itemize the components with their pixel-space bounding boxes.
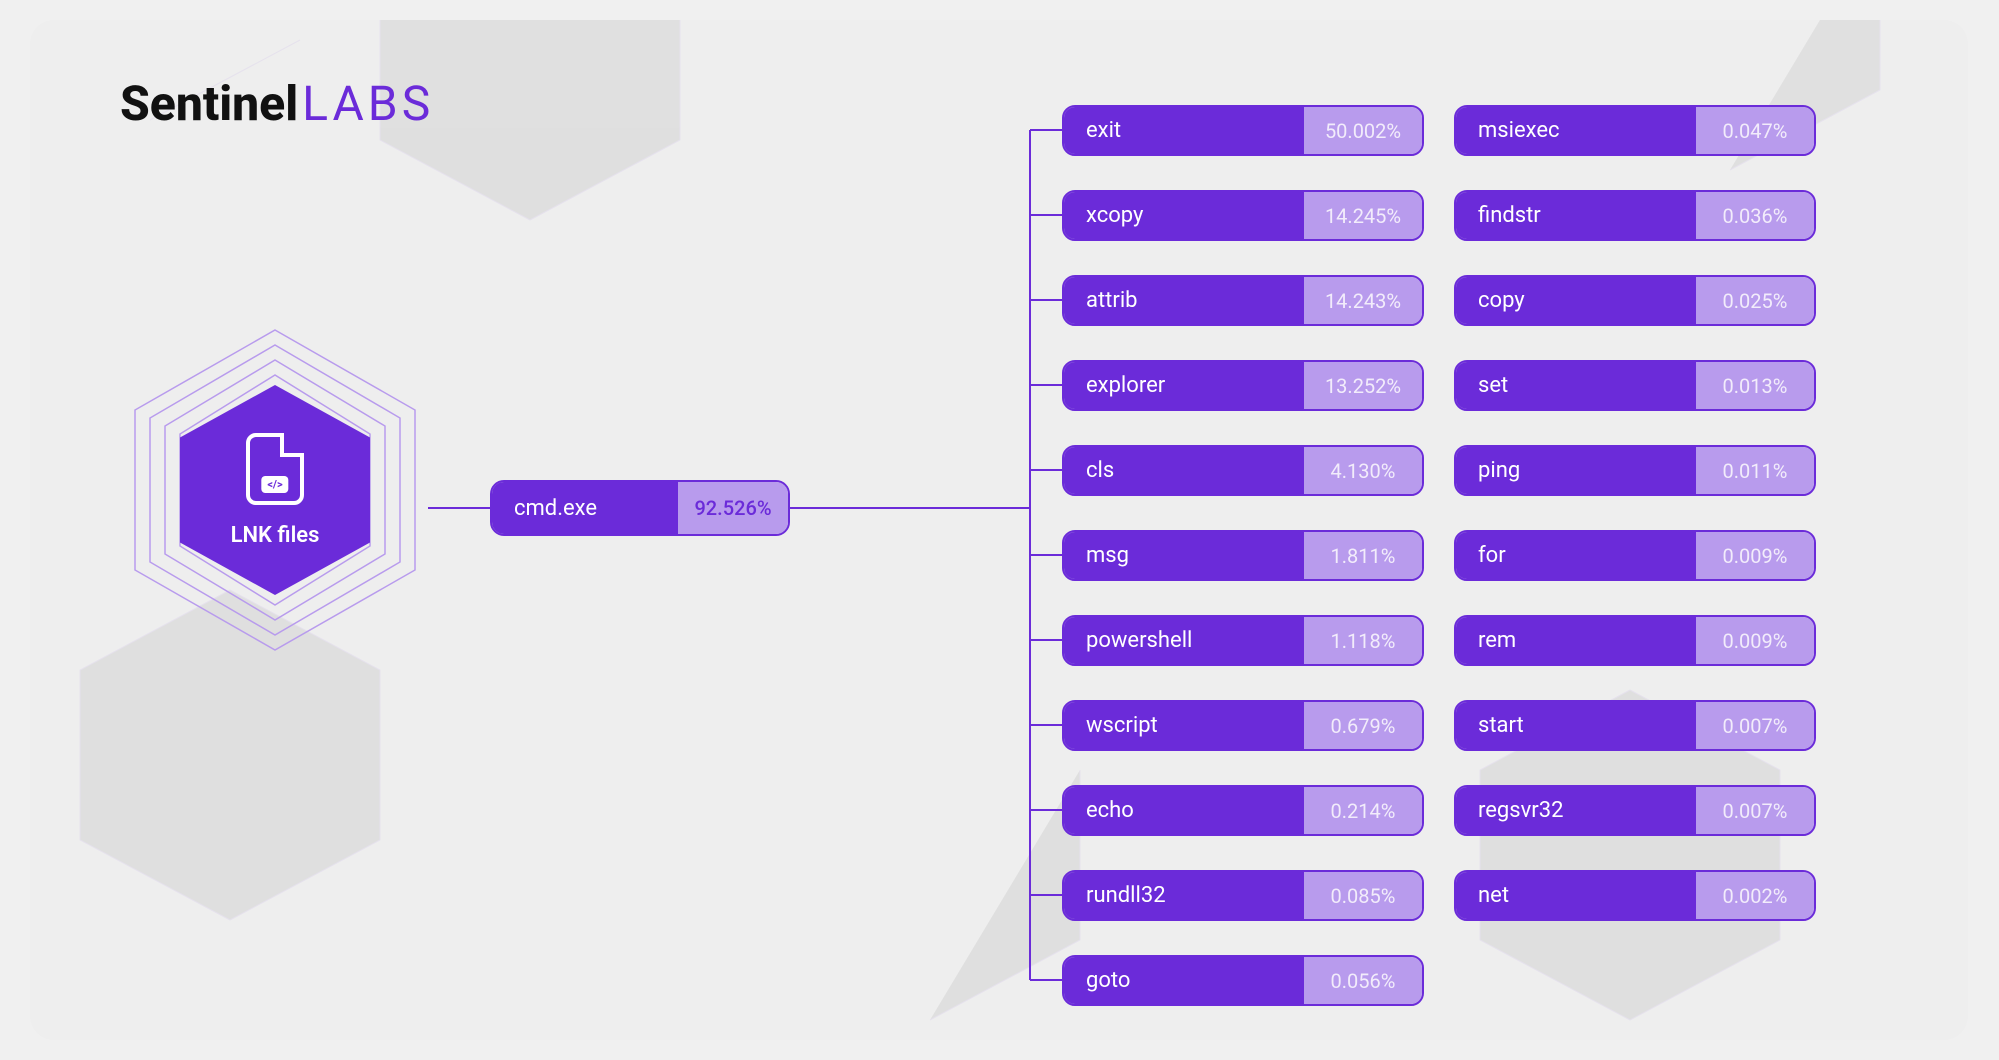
child-percent: 0.214% [1304,787,1422,834]
child-row: msg1.811% for0.009% [1062,530,1816,581]
child-percent: 0.002% [1696,872,1814,919]
child-node: msiexec0.047% [1454,105,1816,156]
child-name: findstr [1456,192,1696,239]
child-percent: 0.013% [1696,362,1814,409]
file-icon: </> [246,433,304,505]
child-name: msg [1064,532,1304,579]
child-percent: 0.011% [1696,447,1814,494]
child-node: regsvr320.007% [1454,785,1816,836]
child-percent: 1.811% [1304,532,1422,579]
child-name: goto [1064,957,1304,1004]
brand-labs: LABS [302,75,434,132]
child-percent: 0.056% [1304,957,1422,1004]
child-node: rem0.009% [1454,615,1816,666]
child-row: powershell1.118% rem0.009% [1062,615,1816,666]
child-percent: 14.243% [1304,277,1422,324]
child-percent: 0.007% [1696,702,1814,749]
child-name: explorer [1064,362,1304,409]
child-name: powershell [1064,617,1304,664]
child-row: attrib14.243% copy0.025% [1062,275,1816,326]
child-row: exit50.002% msiexec0.047% [1062,105,1816,156]
child-node: powershell1.118% [1062,615,1424,666]
child-percent: 0.085% [1304,872,1422,919]
child-percent: 0.009% [1696,617,1814,664]
child-node: wscript0.679% [1062,700,1424,751]
child-percent: 0.679% [1304,702,1422,749]
brand-sentinel: Sentinel [120,75,298,132]
child-percent: 0.007% [1696,787,1814,834]
child-name: rundll32 [1064,872,1304,919]
child-node: goto0.056% [1062,955,1424,1006]
child-node: set0.013% [1454,360,1816,411]
child-percent: 0.047% [1696,107,1814,154]
child-name: echo [1064,787,1304,834]
child-name: regsvr32 [1456,787,1696,834]
child-name: start [1456,702,1696,749]
child-node: start0.007% [1454,700,1816,751]
child-row: xcopy14.245% findstr0.036% [1062,190,1816,241]
child-node: ping0.011% [1454,445,1816,496]
child-name: wscript [1064,702,1304,749]
child-name: exit [1064,107,1304,154]
child-percent: 50.002% [1304,107,1422,154]
child-row: rundll320.085% net0.002% [1062,870,1816,921]
child-row: explorer13.252% set0.013% [1062,360,1816,411]
child-name: net [1456,872,1696,919]
child-node: attrib14.243% [1062,275,1424,326]
child-node: cls4.130% [1062,445,1424,496]
child-node: findstr0.036% [1454,190,1816,241]
child-percent: 1.118% [1304,617,1422,664]
child-node: rundll320.085% [1062,870,1424,921]
parent-percent: 92.526% [678,482,788,534]
child-node: msg1.811% [1062,530,1424,581]
child-percent: 0.036% [1696,192,1814,239]
child-percent: 14.245% [1304,192,1422,239]
child-name: set [1456,362,1696,409]
code-badge: </> [261,476,288,493]
child-name: msiexec [1456,107,1696,154]
root-node: </> LNK files [120,320,430,660]
child-percent: 13.252% [1304,362,1422,409]
child-name: rem [1456,617,1696,664]
child-node: xcopy14.245% [1062,190,1424,241]
brand-logo: SentinelLABS [120,75,434,132]
child-row: goto0.056% [1062,955,1424,1006]
child-name: ping [1456,447,1696,494]
child-name: xcopy [1064,192,1304,239]
child-name: cls [1064,447,1304,494]
diagram-frame: SentinelLABS </> LNK files cmd.exe 92.52… [30,20,1968,1040]
child-percent: 4.130% [1304,447,1422,494]
child-name: for [1456,532,1696,579]
child-node: copy0.025% [1454,275,1816,326]
child-name: copy [1456,277,1696,324]
child-node: echo0.214% [1062,785,1424,836]
child-node: net0.002% [1454,870,1816,921]
child-node: for0.009% [1454,530,1816,581]
child-row: echo0.214% regsvr320.007% [1062,785,1816,836]
child-row: cls4.130% ping0.011% [1062,445,1816,496]
child-name: attrib [1064,277,1304,324]
root-label: LNK files [231,523,320,548]
parent-node: cmd.exe 92.526% [490,480,790,536]
child-node: exit50.002% [1062,105,1424,156]
child-node: explorer13.252% [1062,360,1424,411]
parent-name: cmd.exe [492,482,678,534]
child-row: wscript0.679% start0.007% [1062,700,1816,751]
child-percent: 0.025% [1696,277,1814,324]
child-percent: 0.009% [1696,532,1814,579]
